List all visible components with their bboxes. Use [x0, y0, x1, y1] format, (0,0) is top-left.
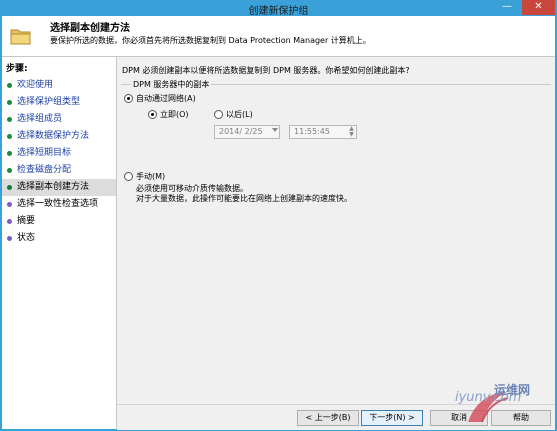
step-label: 选择副本创建方法 — [17, 182, 90, 192]
auto-network-radio[interactable] — [124, 94, 133, 103]
step-bullet-icon — [7, 168, 12, 173]
step-bullet-icon — [7, 117, 12, 122]
auto-network-label[interactable]: 自动通过网络(A) — [136, 93, 196, 104]
step-welcome[interactable]: 欢迎使用 — [2, 77, 116, 94]
step-label: 选择保护组类型 — [17, 97, 81, 107]
step-replica-method[interactable]: 选择副本创建方法 — [2, 179, 116, 196]
chevron-down-icon[interactable] — [272, 128, 278, 132]
steps-list: 欢迎使用 选择保护组类型 选择组成员 选择数据保护方法 选择短期目标 检查磁盘分… — [2, 77, 116, 247]
step-bullet-icon — [7, 151, 12, 156]
step-label: 选择数据保护方法 — [17, 131, 90, 141]
question-text: DPM 必须创建副本以便将所选数据复制到 DPM 服务器。你希望如何创建此副本? — [122, 66, 410, 75]
wizard-window: 创建新保护组 — ✕ 选择副本创建方法 要保护所选的数据，你必须首先将所选数据复… — [0, 0, 557, 431]
window-title: 创建新保护组 — [248, 6, 309, 17]
wizard-header: 选择副本创建方法 要保护所选的数据，你必须首先将所选数据复制到 Data Pro… — [2, 16, 555, 57]
step-short-term-goals[interactable]: 选择短期目标 — [2, 145, 116, 162]
folder-icon — [10, 29, 31, 45]
title-bar[interactable]: 创建新保护组 — ✕ — [0, 0, 557, 17]
replica-groupbox: DPM 服务器中的副本 自动通过网络(A) 立即(O) 以后(L) 2014/ … — [121, 79, 551, 203]
close-button[interactable]: ✕ — [522, 0, 555, 15]
step-label: 欢迎使用 — [17, 80, 54, 90]
back-button[interactable]: < 上一步(B) — [297, 410, 359, 426]
steps-panel: 步骤: 欢迎使用 选择保护组类型 选择组成员 选择数据保护方法 选择短期目标 检… — [2, 57, 117, 429]
step-bullet-icon — [7, 134, 12, 139]
later-radio[interactable] — [214, 110, 223, 119]
spinner-arrows-icon[interactable]: ▲ ▼ — [348, 126, 355, 138]
step-label: 选择一致性检查选项 — [17, 199, 99, 209]
manual-label[interactable]: 手动(M) — [136, 171, 165, 182]
step-bullet-icon — [7, 236, 12, 241]
minimize-button[interactable]: — — [494, 0, 520, 15]
later-label[interactable]: 以后(L) — [226, 109, 253, 120]
manual-radio[interactable] — [124, 172, 133, 181]
watermark-text: 运维网 — [494, 383, 531, 397]
page-title: 选择副本创建方法 — [50, 23, 130, 34]
step-group-members[interactable]: 选择组成员 — [2, 111, 116, 128]
step-protection-method[interactable]: 选择数据保护方法 — [2, 128, 116, 145]
main-panel: DPM 必须创建副本以便将所选数据复制到 DPM 服务器。你希望如何创建此副本?… — [117, 57, 555, 429]
now-radio[interactable] — [148, 110, 157, 119]
step-label: 检查磁盘分配 — [17, 165, 72, 175]
time-picker[interactable]: 11:55:45 ▲ ▼ — [289, 125, 357, 139]
groupbox-title: DPM 服务器中的副本 — [131, 79, 212, 90]
step-bullet-icon — [7, 185, 12, 190]
time-value: 11:55:45 — [294, 127, 330, 136]
step-label: 选择组成员 — [17, 114, 63, 124]
step-disk-allocation[interactable]: 检查磁盘分配 — [2, 162, 116, 179]
step-bullet-icon — [7, 83, 12, 88]
date-picker[interactable]: 2014/ 2/25 — [214, 125, 280, 139]
step-group-type[interactable]: 选择保护组类型 — [2, 94, 116, 111]
now-label[interactable]: 立即(O) — [160, 109, 189, 120]
wizard-client: 选择副本创建方法 要保护所选的数据，你必须首先将所选数据复制到 Data Pro… — [2, 16, 555, 430]
steps-heading: 步骤: — [6, 64, 28, 74]
step-label: 摘要 — [17, 216, 36, 226]
date-value: 2014/ 2/25 — [219, 127, 263, 136]
step-label: 选择短期目标 — [17, 148, 72, 158]
step-summary: 摘要 — [2, 213, 116, 230]
next-button[interactable]: 下一步(N) > — [361, 410, 423, 426]
page-subtitle: 要保护所选的数据，你必须首先将所选数据复制到 Data Protection M… — [50, 36, 371, 45]
step-bullet-icon — [7, 219, 12, 224]
step-bullet-icon — [7, 100, 12, 105]
step-label: 状态 — [17, 233, 36, 243]
step-consistency-check: 选择一致性检查选项 — [2, 196, 116, 213]
step-status: 状态 — [2, 230, 116, 247]
manual-description: 对于大量数据，此操作可能要比在网络上创建副本的速度快。 — [136, 194, 352, 203]
step-bullet-icon — [7, 202, 12, 207]
